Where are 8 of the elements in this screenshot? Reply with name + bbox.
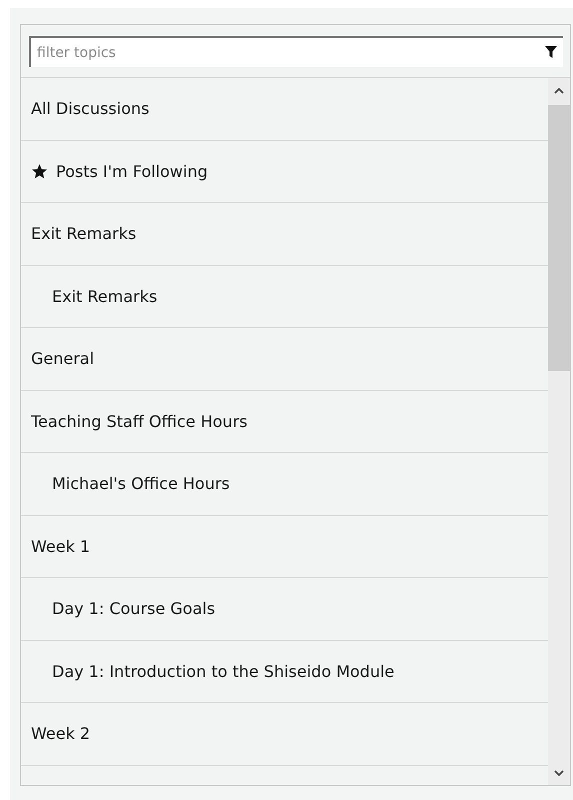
star-icon	[31, 162, 48, 180]
filter-field[interactable]: filter topics	[29, 36, 563, 67]
topic-item[interactable]: Posts I'm Following	[21, 140, 548, 203]
filter-icon[interactable]	[545, 46, 557, 58]
scrollbar[interactable]	[548, 78, 570, 785]
scroll-down-icon[interactable]	[554, 770, 564, 776]
scroll-up-icon[interactable]	[554, 88, 564, 94]
scrollbar-thumb[interactable]	[548, 105, 570, 371]
